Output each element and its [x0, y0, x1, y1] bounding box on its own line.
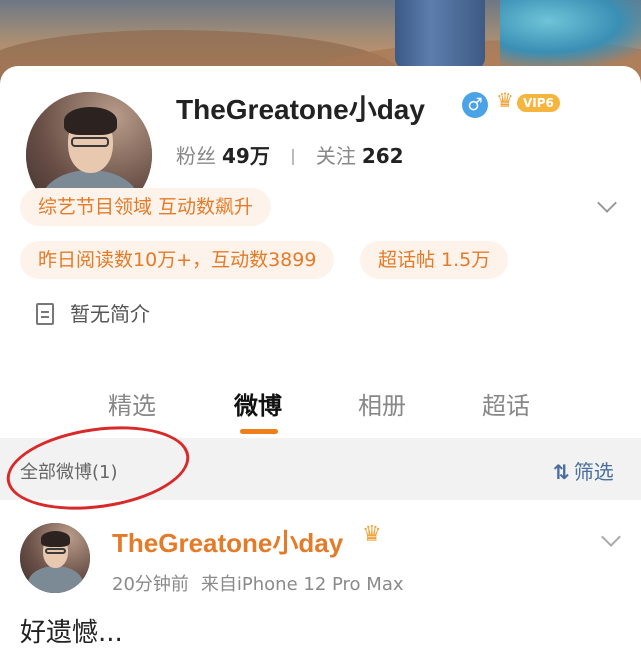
- banner-figure: [395, 0, 485, 70]
- post-source: 来自iPhone 12 Pro Max: [200, 574, 404, 595]
- vip-badge[interactable]: VIP6: [517, 94, 560, 112]
- filter-button[interactable]: ⇅ 筛选: [553, 456, 614, 485]
- post-time: 20分钟前: [112, 574, 189, 595]
- domain-tag[interactable]: 综艺节目领域 互动数飙升: [20, 188, 272, 226]
- following-stat[interactable]: 关注 262: [316, 144, 404, 168]
- tab-supertopic[interactable]: 超话: [482, 386, 530, 421]
- post-text[interactable]: 好遗憾...: [20, 612, 123, 649]
- banner-smoke: [500, 0, 641, 70]
- post-menu-chevron-down-icon[interactable]: [601, 527, 621, 547]
- post-meta: 20分钟前 来自iPhone 12 Pro Max: [112, 570, 404, 596]
- document-icon: [36, 303, 54, 325]
- male-gender-icon: ♂: [462, 92, 488, 118]
- bio-text: 暂无简介: [70, 302, 150, 326]
- vip-crown-icon: ♛: [496, 88, 514, 112]
- fans-stat[interactable]: 粉丝 49万: [176, 144, 270, 168]
- red-annotation-circle: [1, 415, 195, 521]
- tab-weibo[interactable]: 微博: [234, 386, 282, 421]
- profile-name: TheGreatone小day: [176, 94, 425, 125]
- fans-label: 粉丝: [176, 144, 216, 168]
- filter-sort-icon: ⇅: [553, 460, 570, 484]
- active-tab-indicator: [240, 429, 278, 434]
- fans-count: 49万: [222, 144, 270, 168]
- following-count: 262: [361, 144, 404, 168]
- topic-posts-tag[interactable]: 超话帖 1.5万: [360, 241, 509, 279]
- filter-button-label: 筛选: [573, 460, 614, 484]
- post-author-avatar[interactable]: [20, 523, 90, 593]
- profile-bio: 暂无简介: [36, 298, 150, 327]
- post-author-name[interactable]: TheGreatone小day: [112, 523, 343, 560]
- tab-album[interactable]: 相册: [358, 386, 406, 421]
- tab-featured[interactable]: 精选: [108, 386, 156, 421]
- vip-crown-icon: ♛: [362, 522, 382, 547]
- stats-divider: [291, 149, 294, 165]
- reading-stats-tag[interactable]: 昨日阅读数10万+，互动数3899: [20, 241, 335, 279]
- following-label: 关注: [315, 144, 356, 168]
- follow-stats: 粉丝 49万 关注 262: [176, 140, 404, 169]
